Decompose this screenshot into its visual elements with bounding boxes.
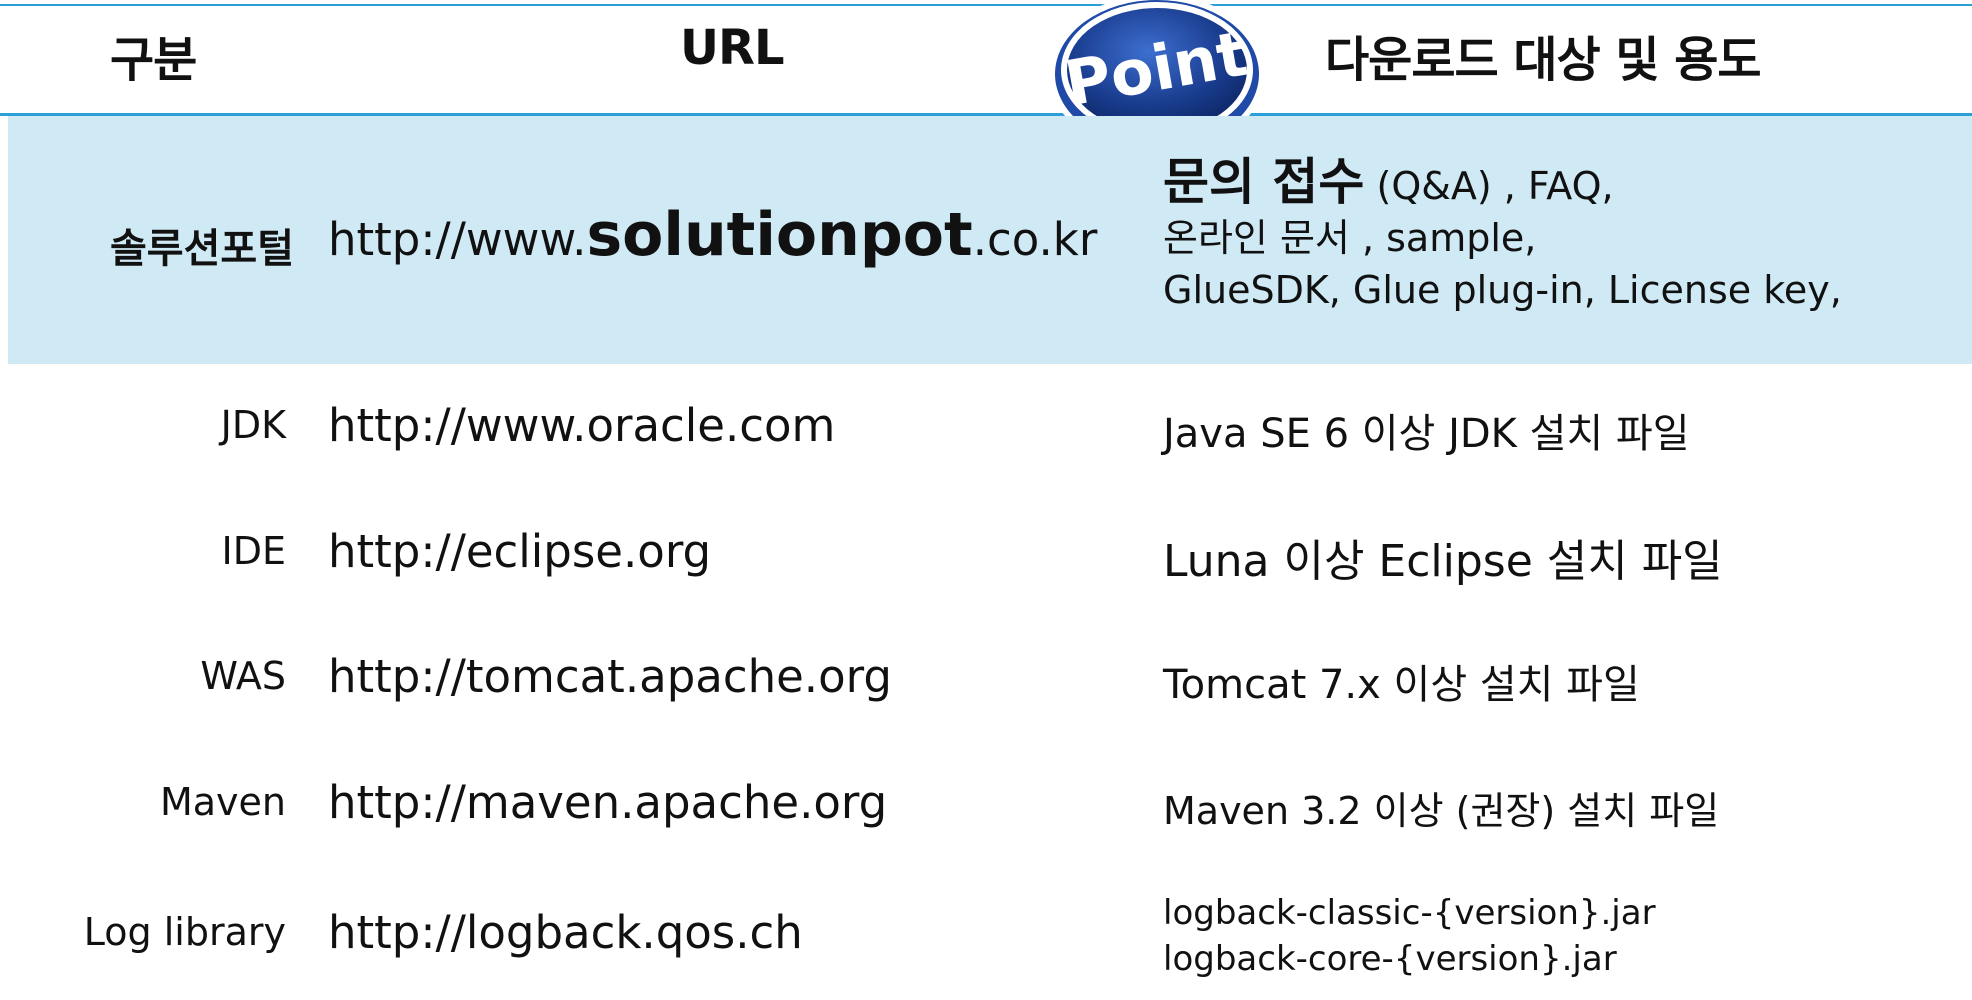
row-category: Log library xyxy=(83,910,286,954)
row-category: IDE xyxy=(221,529,286,573)
header-download: 다운로드 대상 및 용도 xyxy=(1325,32,1762,88)
table-row: 솔루션포털 http://www.solutionpot.co.kr 문의 접수… xyxy=(8,116,1972,364)
download-line1: logback-classic-{version}.jar xyxy=(1163,893,1656,933)
row-url[interactable]: http://tomcat.apache.org xyxy=(328,650,892,703)
row-download: Java SE 6 이상 JDK 설치 파일 xyxy=(1163,411,1690,457)
row-download: logback-classic-{version}.jar logback-co… xyxy=(1163,890,1656,982)
row-category: 솔루션포털 xyxy=(110,226,294,272)
download-line2: logback-core-{version}.jar xyxy=(1163,939,1617,979)
row-url[interactable]: http://logback.qos.ch xyxy=(328,906,803,959)
table-header: 구분 URL 다운로드 대상 및 용도 xyxy=(0,6,1972,113)
url-main: solutionpot xyxy=(586,200,973,270)
row-url[interactable]: http://www.oracle.com xyxy=(328,399,835,452)
url-suffix: .co.kr xyxy=(972,213,1098,266)
row-download: Maven 3.2 이상 (권장) 설치 파일 xyxy=(1163,789,1720,833)
download-line1-rest: (Q&A) , FAQ, xyxy=(1364,164,1614,208)
header-url: URL xyxy=(680,20,785,76)
download-line2: 온라인 문서 , sample, xyxy=(1163,216,1537,260)
table-row: JDK http://www.oracle.com Java SE 6 이상 J… xyxy=(0,395,1972,465)
row-url[interactable]: http://www.solutionpot.co.kr xyxy=(328,200,1097,270)
row-download: Tomcat 7.x 이상 설치 파일 xyxy=(1163,662,1640,708)
table-row: IDE http://eclipse.org Luna 이상 Eclipse 설… xyxy=(0,521,1972,591)
header-category: 구분 xyxy=(110,32,197,88)
table-row: WAS http://tomcat.apache.org Tomcat 7.x … xyxy=(0,646,1972,716)
row-category: JDK xyxy=(220,403,286,447)
download-bold: 문의 접수 xyxy=(1163,153,1365,211)
row-download: Luna 이상 Eclipse 설치 파일 xyxy=(1163,536,1723,587)
row-url[interactable]: http://maven.apache.org xyxy=(328,776,887,829)
table-row: Log library http://logback.qos.ch logbac… xyxy=(0,890,1972,990)
table-row: Maven http://maven.apache.org Maven 3.2 … xyxy=(0,772,1972,842)
row-category: WAS xyxy=(200,654,286,698)
row-download: 문의 접수 (Q&A) , FAQ, 온라인 문서 , sample, Glue… xyxy=(1163,156,1842,316)
url-prefix: http://www. xyxy=(328,213,587,266)
download-line3: GlueSDK, Glue plug-in, License key, xyxy=(1163,268,1842,312)
row-category: Maven xyxy=(159,780,286,824)
row-url[interactable]: http://eclipse.org xyxy=(328,525,711,578)
